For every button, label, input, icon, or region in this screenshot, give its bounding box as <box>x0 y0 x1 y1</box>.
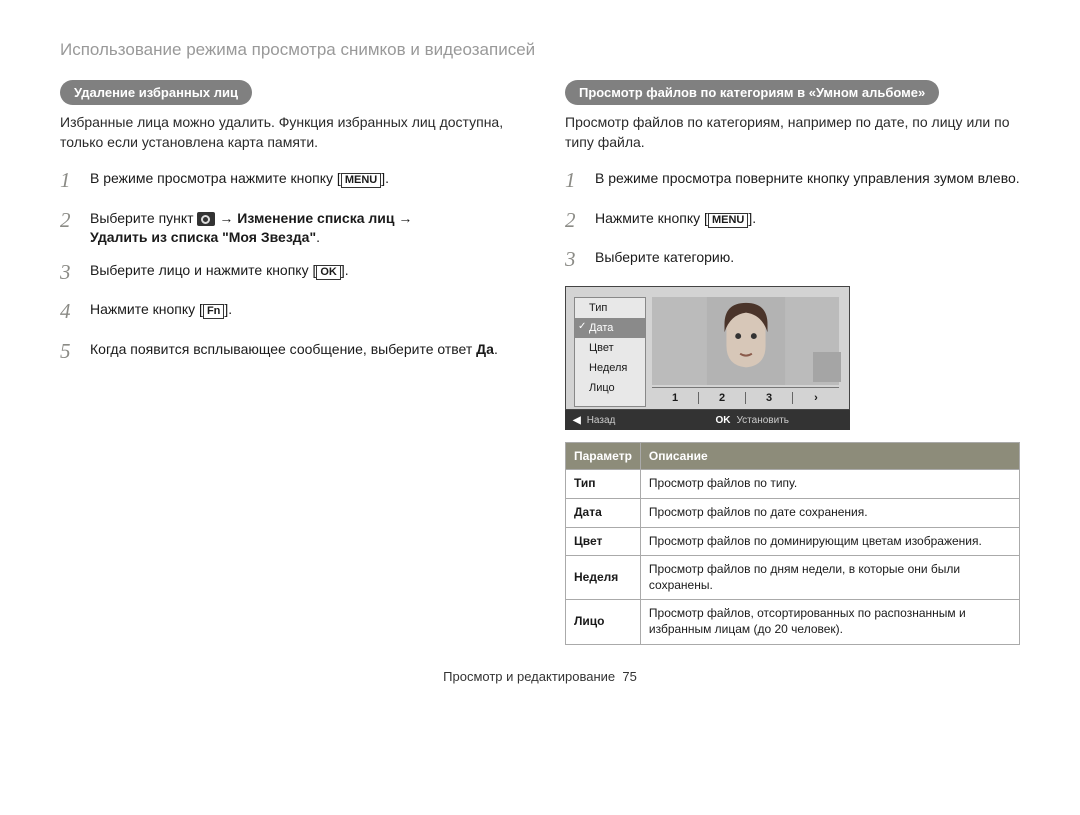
left-step-1: 1 В режиме просмотра нажмите кнопку [MEN… <box>60 166 515 195</box>
step-bold: Удалить из списка "Моя Звезда" <box>90 229 316 245</box>
left-step-5: 5 Когда появится всплывающее сообщение, … <box>60 337 515 366</box>
step-text: В режиме просмотра нажмите кнопку [ <box>90 170 341 186</box>
page-title: Использование режима просмотра снимков и… <box>60 40 1020 60</box>
sa-preview-image <box>652 297 839 385</box>
sa-back-label: Назад <box>587 415 616 426</box>
menu-key-icon: MENU <box>708 213 748 228</box>
step-text: ]. <box>224 301 232 317</box>
sa-menu-item-selected: Дата <box>575 318 645 338</box>
step-text: . <box>494 341 498 357</box>
left-step-4: 4 Нажмите кнопку [Fn]. <box>60 297 515 326</box>
param-table: Параметр Описание Тип Просмотр файлов по… <box>565 442 1020 644</box>
right-step-2: 2 Нажмите кнопку [MENU]. <box>565 206 1020 235</box>
table-row: Лицо Просмотр файлов, отсортированных по… <box>566 600 1020 644</box>
td-desc: Просмотр файлов по дате сохранения. <box>640 498 1019 527</box>
footer-section: Просмотр и редактирование <box>443 669 615 684</box>
step-number: 4 <box>60 297 78 326</box>
sa-footer: ◀ Назад OK Установить <box>565 410 850 430</box>
step-number: 2 <box>565 206 583 235</box>
left-step-2: 2 Выберите пункт → Изменение списка лиц … <box>60 206 515 248</box>
step-number: 1 <box>60 166 78 195</box>
fn-key-icon: Fn <box>203 304 224 319</box>
sa-pager-cell: 1 <box>652 392 698 404</box>
td-param: Неделя <box>566 556 641 600</box>
step-text: ]. <box>341 262 349 278</box>
step-text: ]. <box>381 170 389 186</box>
sa-menu-item: Тип <box>575 298 645 318</box>
back-arrow-icon: ◀ <box>573 415 581 426</box>
step-text: ]. <box>748 210 756 226</box>
sa-pager-cell: 2 <box>698 392 745 404</box>
step-text: Нажмите кнопку [ <box>90 301 203 317</box>
menu-key-icon: MENU <box>341 173 381 188</box>
left-intro: Избранные лица можно удалить. Функция из… <box>60 113 515 152</box>
step-text: Выберите лицо и нажмите кнопку [ <box>90 262 316 278</box>
left-section-heading: Удаление избранных лиц <box>60 80 252 105</box>
step-bold: Да <box>476 341 494 357</box>
step-text: Выберите пункт <box>90 210 197 226</box>
step-number: 3 <box>565 245 583 274</box>
right-step-3: 3 Выберите категорию. <box>565 245 1020 274</box>
step-text: . <box>316 229 320 245</box>
td-desc: Просмотр файлов по дням недели, в которы… <box>640 556 1019 600</box>
sa-pager-cell: 3 <box>745 392 792 404</box>
arrow-text: → <box>219 210 237 226</box>
sa-menu: Тип Дата Цвет Неделя Лицо <box>574 297 646 407</box>
step-text: Нажмите кнопку [ <box>595 210 708 226</box>
step-number: 3 <box>60 258 78 287</box>
step-number: 2 <box>60 206 78 248</box>
td-desc: Просмотр файлов по доминирующим цветам и… <box>640 527 1019 556</box>
left-step-3: 3 Выберите лицо и нажмите кнопку [OK]. <box>60 258 515 287</box>
table-row: Дата Просмотр файлов по дате сохранения. <box>566 498 1020 527</box>
td-param: Тип <box>566 470 641 499</box>
right-step-1: 1 В режиме просмотра поверните кнопку уп… <box>565 166 1020 195</box>
left-column: Удаление избранных лиц Избранные лица мо… <box>60 80 515 645</box>
td-desc: Просмотр файлов по типу. <box>640 470 1019 499</box>
arrow-text: → <box>395 210 413 226</box>
th-desc: Описание <box>640 443 1019 470</box>
td-param: Лицо <box>566 600 641 644</box>
sa-pager: 1 2 3 › <box>652 387 839 407</box>
sa-menu-item: Неделя <box>575 358 645 378</box>
ok-key-icon: OK <box>716 415 731 426</box>
footer-page: 75 <box>622 669 636 684</box>
sa-menu-item: Цвет <box>575 338 645 358</box>
page-footer: Просмотр и редактирование 75 <box>60 669 1020 684</box>
sa-menu-item: Лицо <box>575 378 645 398</box>
td-desc: Просмотр файлов, отсортированных по расп… <box>640 600 1019 644</box>
sa-thumb <box>813 352 841 382</box>
sa-pager-next-icon: › <box>792 392 839 404</box>
th-param: Параметр <box>566 443 641 470</box>
smart-album-screenshot: Тип Дата Цвет Неделя Лицо <box>565 286 850 430</box>
right-column: Просмотр файлов по категориям в «Умном а… <box>565 80 1020 645</box>
step-number: 1 <box>565 166 583 195</box>
sa-set-label: Установить <box>737 415 790 426</box>
step-text: В режиме просмотра поверните кнопку упра… <box>595 166 1020 195</box>
step-text: Когда появится всплывающее сообщение, вы… <box>90 341 476 357</box>
step-bold: Изменение списка лиц <box>237 210 394 226</box>
face-placeholder-icon <box>706 297 786 385</box>
right-section-heading: Просмотр файлов по категориям в «Умном а… <box>565 80 939 105</box>
right-intro: Просмотр файлов по категориям, например … <box>565 113 1020 152</box>
table-row: Цвет Просмотр файлов по доминирующим цве… <box>566 527 1020 556</box>
step-text: Выберите категорию. <box>595 245 734 274</box>
ok-key-icon: OK <box>316 265 341 280</box>
camera-icon <box>197 212 215 226</box>
table-row: Неделя Просмотр файлов по дням недели, в… <box>566 556 1020 600</box>
td-param: Дата <box>566 498 641 527</box>
td-param: Цвет <box>566 527 641 556</box>
table-row: Тип Просмотр файлов по типу. <box>566 470 1020 499</box>
step-number: 5 <box>60 337 78 366</box>
